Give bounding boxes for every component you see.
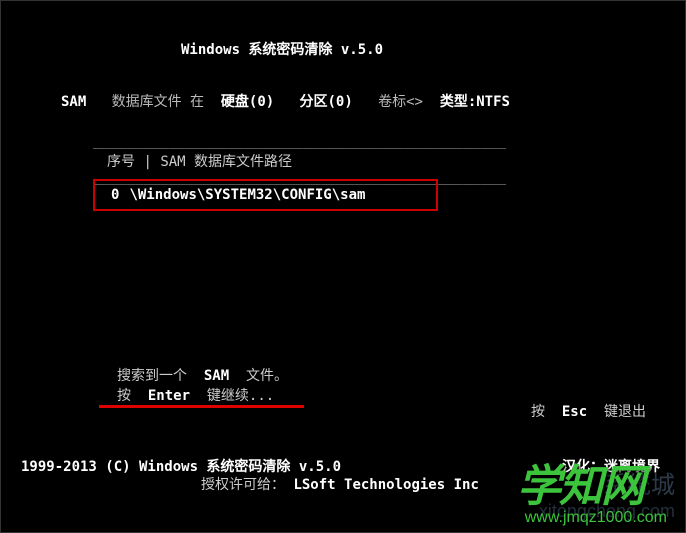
license: 授权许可给： LSoft Technologies Inc bbox=[201, 474, 479, 494]
esc-key: Esc bbox=[553, 404, 595, 420]
row-index: 0 bbox=[111, 187, 119, 203]
type-prefix bbox=[431, 94, 439, 110]
app-title: Windows 系统密码清除 v.5.0 bbox=[181, 39, 383, 59]
search-message: 搜索到一个 SAM 文件。 按 Enter 键继续... bbox=[117, 366, 288, 406]
location-line: SAM 数据库文件 在 硬盘(0) 分区(0) 卷标<> 类型:NTFS bbox=[61, 91, 510, 111]
volume-label: 卷标<> bbox=[361, 94, 423, 110]
enter-key: Enter bbox=[139, 388, 198, 404]
col-path: SAM 数据库文件路径 bbox=[160, 154, 292, 170]
watermark-logo: 学知网 bbox=[517, 450, 643, 514]
col-index: 序号 bbox=[107, 154, 135, 170]
sam-file-row[interactable]: 0 \Windows\SYSTEM32\CONFIG\sam bbox=[93, 179, 438, 211]
watermark-url: www.jmqz1000.com bbox=[525, 509, 667, 527]
disk-label: 硬盘(0) bbox=[212, 94, 274, 110]
sam-label: SAM bbox=[61, 94, 86, 110]
partition-label: 分区(0) bbox=[283, 94, 353, 110]
red-underline bbox=[99, 405, 304, 408]
license-name: LSoft Technologies Inc bbox=[293, 477, 478, 493]
type-label: 类型:NTFS bbox=[440, 94, 510, 110]
col-sep: | bbox=[143, 154, 151, 170]
esc-message: 按 Esc 键退出 bbox=[531, 401, 646, 421]
separator-top: ________________________________________… bbox=[93, 133, 506, 149]
db-file-label: 数据库文件 在 bbox=[95, 94, 204, 110]
column-headers: 序号 | SAM 数据库文件路径 bbox=[107, 151, 292, 171]
row-path: \Windows\SYSTEM32\CONFIG\sam bbox=[129, 187, 365, 203]
copyright: 1999-2013 (C) Windows 系统密码清除 v.5.0 bbox=[21, 456, 341, 476]
sam-bold: SAM bbox=[195, 368, 237, 384]
